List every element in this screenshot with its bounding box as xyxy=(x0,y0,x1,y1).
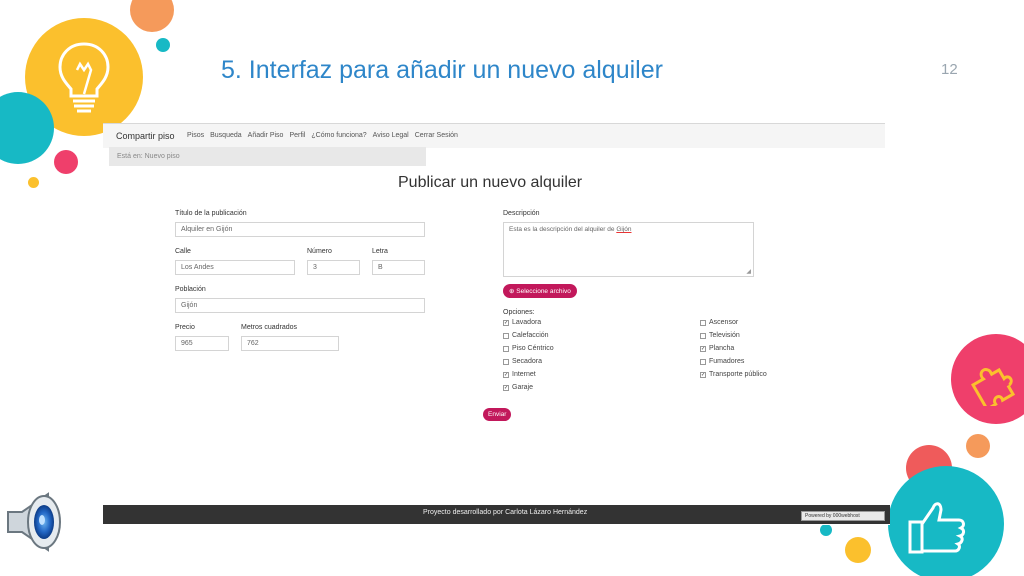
option-transporte-publico[interactable]: ✓ Transporte público xyxy=(700,371,767,378)
option-fumadores[interactable]: Fumadores xyxy=(700,358,744,365)
app-screenshot: Compartir piso Pisos Busqueda Añadir Pis… xyxy=(103,123,890,525)
breadcrumb-text: Está en: Nuevo piso xyxy=(117,153,180,160)
descripcion-text: Esta es la descripción del alquiler de xyxy=(509,226,617,233)
nav-item-como-funciona[interactable]: ¿Cómo funciona? xyxy=(311,132,366,139)
poblacion-label: Población xyxy=(175,286,206,293)
nav-item-perfil[interactable]: Perfil xyxy=(289,132,305,139)
checkbox-icon[interactable] xyxy=(503,332,509,339)
option-label: Internet xyxy=(512,371,536,378)
option-label: Lavadora xyxy=(512,319,542,326)
resize-handle-icon[interactable]: ◢ xyxy=(746,268,751,275)
nav-item-busqueda[interactable]: Busqueda xyxy=(210,132,242,139)
option-calefaccion[interactable]: Calefacción xyxy=(503,332,549,339)
option-secadora[interactable]: Secadora xyxy=(503,358,542,365)
option-label: Garaje xyxy=(512,384,534,391)
checkbox-checked-icon[interactable]: ✓ xyxy=(503,371,509,378)
nav-item-anadir-piso[interactable]: Añadir Piso xyxy=(248,132,284,139)
calle-input[interactable]: Los Andes xyxy=(175,260,295,275)
option-label: Piso Céntrico xyxy=(512,345,554,352)
descripcion-textarea[interactable]: Esta es la descripción del alquiler de G… xyxy=(503,222,754,277)
footer-text: Proyecto desarrollado por Carlota Lázaro… xyxy=(423,509,588,516)
puzzle-icon xyxy=(970,367,1016,406)
calle-label: Calle xyxy=(175,248,191,255)
thumbs-up-icon xyxy=(908,502,965,554)
decor-circle-yellow-dot xyxy=(28,177,39,188)
option-ascensor[interactable]: Ascensor xyxy=(700,319,738,326)
nav-item-aviso-legal[interactable]: Aviso Legal xyxy=(373,132,409,139)
lightbulb-icon xyxy=(58,42,110,113)
option-plancha[interactable]: ✓ Plancha xyxy=(700,345,734,352)
submit-button[interactable]: Enviar xyxy=(483,408,512,421)
metros-label: Metros cuadrados xyxy=(241,324,298,331)
letra-input[interactable]: B xyxy=(372,260,425,275)
option-label: Transporte público xyxy=(709,371,767,378)
descripcion-text-word: Gijón xyxy=(616,226,632,233)
nav-item-pisos[interactable]: Pisos xyxy=(187,132,204,139)
checkbox-icon[interactable] xyxy=(700,358,706,365)
opciones-label: Opciones: xyxy=(503,309,535,316)
decor-circle-teal-dot xyxy=(820,524,832,536)
decor-circle-orange-right xyxy=(966,434,990,458)
titulo-label: Título de la publicación xyxy=(175,210,247,217)
descripcion-label: Descripción xyxy=(503,210,540,217)
decor-circle-yellow-bottom xyxy=(845,537,871,563)
checkbox-checked-icon[interactable]: ✓ xyxy=(700,371,706,378)
option-garaje[interactable]: ✓ Garaje xyxy=(503,384,533,391)
option-piso-centrico[interactable]: Piso Céntrico xyxy=(503,345,554,352)
decor-circle-pink xyxy=(54,150,78,174)
navbar: Compartir piso Pisos Busqueda Añadir Pis… xyxy=(103,123,885,148)
decor-circle-teal-small xyxy=(156,38,170,52)
nav-item-cerrar-sesion[interactable]: Cerrar Sesión xyxy=(415,132,458,139)
titulo-input[interactable]: Alquiler en Gijón xyxy=(175,222,425,237)
letra-label: Letra xyxy=(372,248,388,255)
checkbox-checked-icon[interactable]: ✓ xyxy=(503,319,509,326)
option-label: Televisión xyxy=(709,332,740,339)
checkbox-icon[interactable] xyxy=(700,319,706,326)
metros-input[interactable]: 762 xyxy=(241,336,339,351)
option-label: Plancha xyxy=(709,345,735,352)
option-lavadora[interactable]: ✓ Lavadora xyxy=(503,319,541,326)
numero-input[interactable]: 3 xyxy=(307,260,360,275)
checkbox-checked-icon[interactable]: ✓ xyxy=(700,345,706,352)
footer: Proyecto desarrollado por Carlota Lázaro… xyxy=(103,505,890,524)
precio-input[interactable]: 965 xyxy=(175,336,229,351)
decor-circle-orange xyxy=(130,0,174,32)
slide-number: 12 xyxy=(941,61,958,78)
checkbox-checked-icon[interactable]: ✓ xyxy=(503,384,509,391)
numero-label: Número xyxy=(307,248,332,255)
nav-menu: Pisos Busqueda Añadir Piso Perfil ¿Cómo … xyxy=(187,132,458,139)
option-label: Fumadores xyxy=(709,358,745,365)
form-heading: Publicar un nuevo alquiler xyxy=(398,174,583,191)
option-television[interactable]: Televisión xyxy=(700,332,740,339)
speaker-icon[interactable] xyxy=(4,490,66,554)
checkbox-icon[interactable] xyxy=(700,332,706,339)
option-internet[interactable]: ✓ Internet xyxy=(503,371,536,378)
checkbox-icon[interactable] xyxy=(503,345,509,352)
hosting-badge[interactable]: Powered by 000webhost xyxy=(801,511,885,521)
option-label: Calefacción xyxy=(512,332,549,339)
select-file-button[interactable]: ⊕ Seleccione archivo xyxy=(503,284,577,298)
option-label: Ascensor xyxy=(709,319,739,326)
checkbox-icon[interactable] xyxy=(503,358,509,365)
slide-title: 5. Interfaz para añadir un nuevo alquile… xyxy=(221,56,663,84)
precio-label: Precio xyxy=(175,324,195,331)
poblacion-input[interactable]: Gijón xyxy=(175,298,425,313)
option-label: Secadora xyxy=(512,358,542,365)
breadcrumb: Está en: Nuevo piso xyxy=(109,147,426,166)
navbar-brand[interactable]: Compartir piso xyxy=(116,131,175,141)
